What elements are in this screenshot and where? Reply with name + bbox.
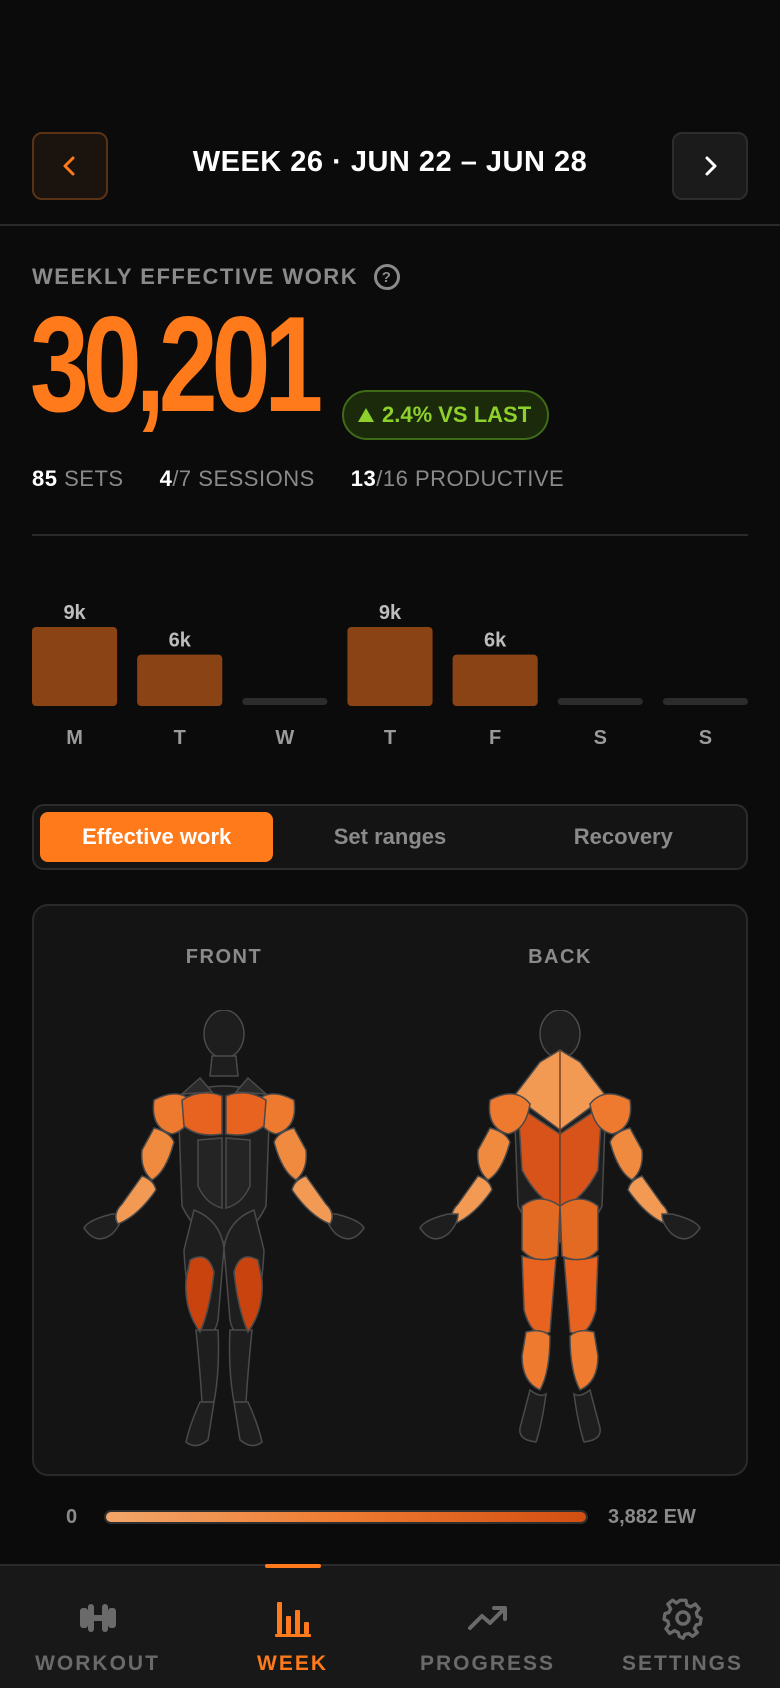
day-label: T xyxy=(384,727,396,749)
day-label: S xyxy=(699,727,712,749)
delta-text: 2.4% VS LAST xyxy=(382,402,532,427)
day-label: T xyxy=(174,727,186,749)
bar-value-label: 9k xyxy=(63,602,86,624)
week-header: WEEK 26 · JUN 22 – JUN 28 xyxy=(0,0,780,226)
sets-stat: 85 SETS xyxy=(32,466,124,491)
active-tab-indicator xyxy=(264,1564,321,1568)
tab-label: WEEK xyxy=(257,1652,328,1675)
intensity-legend: 0 3,882 EW xyxy=(66,1500,716,1534)
delta-badge: 2.4% VS LAST xyxy=(342,390,550,440)
chevron-left-icon xyxy=(63,156,75,176)
bar[interactable] xyxy=(557,698,643,705)
tab-settings[interactable]: SETTINGS xyxy=(585,1566,780,1688)
trend-up-icon xyxy=(467,1606,507,1630)
weekly-total-value: 30,201 xyxy=(30,288,323,440)
bar-chart-icon xyxy=(274,1602,311,1637)
back-label: BACK xyxy=(528,946,592,968)
week-stats: 85 SETS 4/7 SESSIONS 13/16 PRODUCTIVE xyxy=(32,466,564,492)
day-label: W xyxy=(275,727,294,749)
weekly-effective-work-label: WEEKLY EFFECTIVE WORK ? xyxy=(32,264,401,290)
bar[interactable] xyxy=(242,698,328,705)
day-label: F xyxy=(489,727,501,749)
segment-set-ranges[interactable]: Set ranges xyxy=(273,812,506,862)
bottom-tab-bar: WORKOUT WEEK PROGRESS SETTINGS xyxy=(0,1564,780,1688)
divider xyxy=(32,534,748,536)
bar[interactable] xyxy=(137,654,223,706)
bar-chart-svg: 9k M 6k T W 9k T 6k F S S xyxy=(32,602,748,749)
tab-week[interactable]: WEEK xyxy=(195,1564,390,1688)
bar-value-label: 6k xyxy=(484,630,507,652)
legend-min: 0 xyxy=(66,1505,78,1528)
sessions-stat: 4/7 SESSIONS xyxy=(159,466,315,491)
help-icon[interactable]: ? xyxy=(374,264,401,290)
arrow-up-icon xyxy=(358,408,374,422)
day-label: S xyxy=(594,727,607,749)
muscle-map-card: FRONT BACK xyxy=(32,904,748,1476)
segment-effective-work[interactable]: Effective work xyxy=(40,812,274,862)
gear-icon xyxy=(661,1598,703,1640)
tab-label: PROGRESS xyxy=(419,1652,556,1675)
week-title: WEEK 26 · JUN 22 – JUN 28 xyxy=(192,146,588,178)
previous-week-button[interactable] xyxy=(32,132,108,200)
tab-label: WORKOUT xyxy=(35,1652,160,1675)
tab-label: SETTINGS xyxy=(621,1652,743,1675)
next-week-button[interactable] xyxy=(672,132,748,200)
daily-bar-chart: 9k M 6k T W 9k T 6k F S S xyxy=(32,590,748,760)
legend-max: 3,882 EW xyxy=(608,1505,696,1528)
day-label: M xyxy=(66,727,83,749)
view-segmented-control: Effective work Set ranges Recovery xyxy=(32,804,748,870)
back-body-figure[interactable] xyxy=(418,1010,702,1460)
segment-recovery[interactable]: Recovery xyxy=(507,812,740,862)
front-label: FRONT xyxy=(185,946,263,968)
bar[interactable] xyxy=(662,698,748,705)
bar[interactable] xyxy=(32,627,118,706)
legend-gradient xyxy=(104,1510,588,1524)
productive-stat: 13/16 PRODUCTIVE xyxy=(350,466,565,491)
chevron-right-icon xyxy=(705,156,717,176)
bar[interactable] xyxy=(347,627,433,706)
tab-progress[interactable]: PROGRESS xyxy=(390,1566,585,1688)
bar-value-label: 9k xyxy=(379,602,402,624)
section-label: WEEKLY EFFECTIVE WORK xyxy=(32,264,359,289)
bar[interactable] xyxy=(452,654,538,706)
tab-workout[interactable]: WORKOUT xyxy=(0,1566,195,1688)
front-body-figure[interactable] xyxy=(82,1010,366,1460)
bar-value-label: 6k xyxy=(169,630,192,652)
dumbbell-icon xyxy=(79,1604,116,1632)
